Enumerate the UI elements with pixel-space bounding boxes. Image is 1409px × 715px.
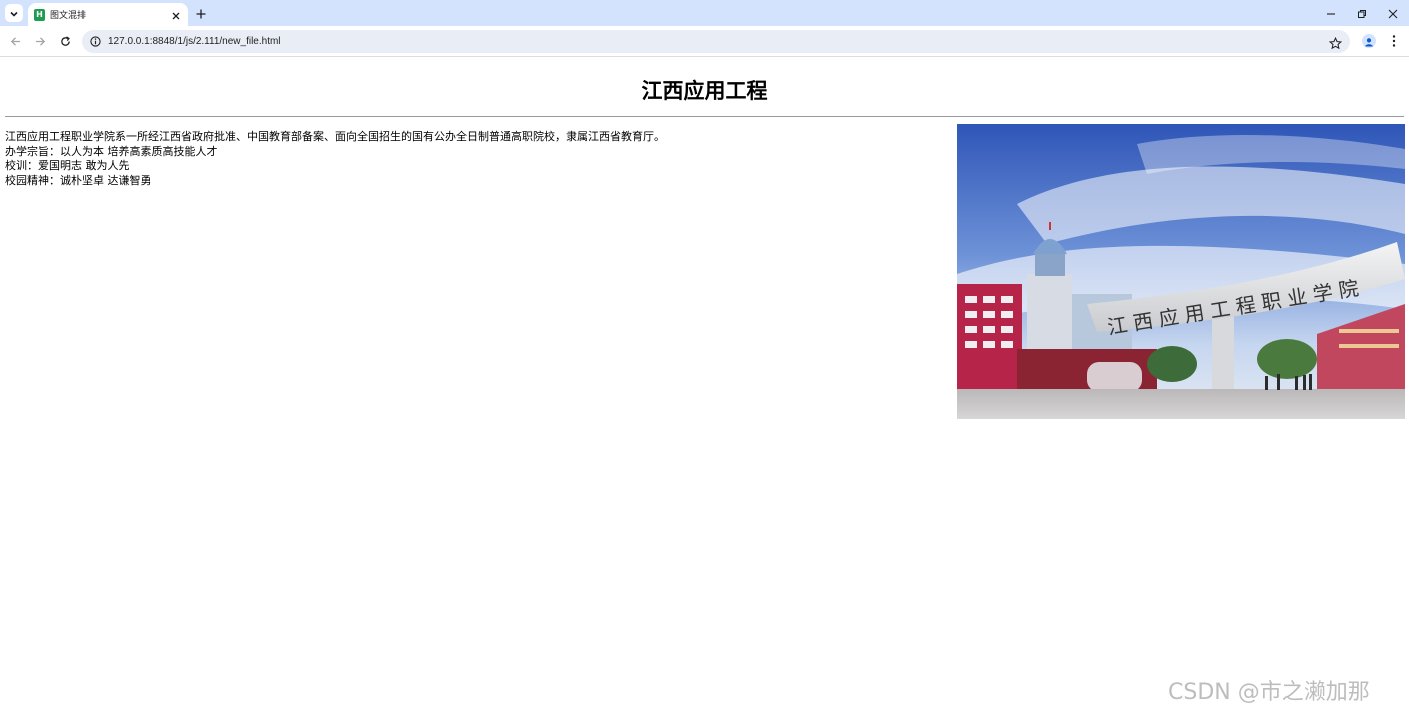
motto-line: 校训：爱国明志 敢为人先 <box>5 159 130 172</box>
browser-menu-button[interactable] <box>1388 34 1400 48</box>
profile-avatar[interactable] <box>1362 34 1376 48</box>
tab-strip: H 图文混排 <box>0 0 1409 26</box>
new-tab-button[interactable] <box>193 5 209 21</box>
reload-icon <box>60 32 71 51</box>
chevron-down-icon <box>9 4 19 23</box>
forward-button[interactable] <box>33 34 47 48</box>
browser-tab-active[interactable]: H 图文混排 <box>28 3 188 26</box>
kebab-menu-icon <box>1392 32 1396 51</box>
arrow-left-icon <box>10 32 21 51</box>
minimize-button[interactable] <box>1321 4 1341 22</box>
restore-button[interactable] <box>1352 4 1372 22</box>
intro-paragraph: 江西应用工程职业学院系一所经江西省政府批准、中国教育部备案、面向全国招生的国有公… <box>5 130 665 143</box>
csdn-watermark: CSDN @市之濑加那 <box>1168 680 1370 705</box>
reload-button[interactable] <box>58 34 72 48</box>
intro-text: 江西应用工程职业学院系一所经江西省政府批准、中国教育部备案、面向全国招生的国有公… <box>5 130 905 188</box>
window-close-button[interactable] <box>1383 4 1403 22</box>
close-icon <box>172 5 180 24</box>
site-info-icon[interactable] <box>89 36 101 48</box>
campus-gate-photo: 江西应用工程职业学院 <box>957 124 1405 419</box>
spirit-line: 校园精神：诚朴坚卓 达谦智勇 <box>5 173 152 187</box>
minimize-icon <box>1326 4 1336 23</box>
mission-line: 办学宗旨：以人为本 培养高素质高技能人才 <box>5 144 218 158</box>
tab-search-button[interactable] <box>5 4 23 22</box>
restore-icon <box>1357 4 1367 23</box>
address-bar[interactable]: 127.0.0.1:8848/1/js/2.111/new_file.html <box>82 30 1350 53</box>
arrow-right-icon <box>35 32 46 51</box>
page-content: 江西应用工程 江西应用工程职业学院 江西应用工程职业学院系一所经江西省政府批准、… <box>0 58 1409 715</box>
bookmark-star-icon[interactable] <box>1328 35 1343 50</box>
person-icon <box>1364 32 1374 51</box>
browser-toolbar: 127.0.0.1:8848/1/js/2.111/new_file.html <box>0 26 1409 57</box>
page-favicon-icon: H <box>34 8 45 21</box>
tab-close-button[interactable] <box>169 8 183 22</box>
page-title: 江西应用工程 <box>641 79 768 103</box>
back-button[interactable] <box>8 34 22 48</box>
horizontal-rule <box>5 116 1404 117</box>
close-icon <box>1388 4 1398 23</box>
url-text[interactable]: 127.0.0.1:8848/1/js/2.111/new_file.html <box>108 36 281 47</box>
plus-icon <box>196 4 206 23</box>
tab-title: 图文混排 <box>50 11 87 21</box>
